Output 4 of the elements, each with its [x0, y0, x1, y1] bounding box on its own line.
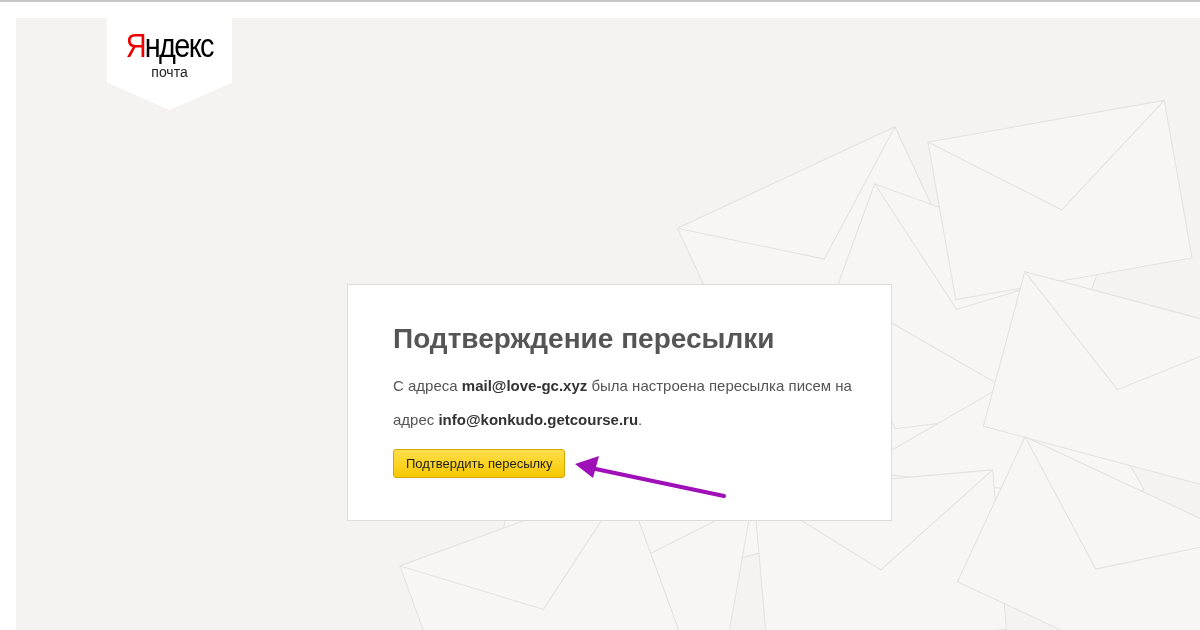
logo-badge[interactable]: Яндекс почта: [107, 18, 232, 110]
confirm-button[interactable]: Подтвердить пересылку: [393, 449, 566, 478]
dialog-title: Подтверждение пересылки: [393, 322, 776, 356]
dialog-message: С адреса mail@love-gc.xyz была настроена пересылка писем на адрес info@konkudo.getcourse.ru.: [393, 376, 853, 430]
